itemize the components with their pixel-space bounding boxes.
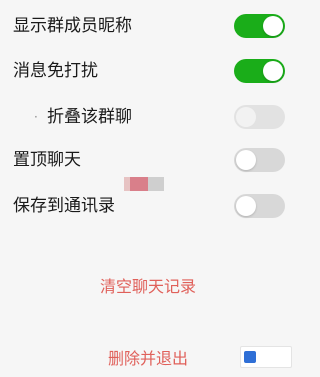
fold-chat-toggle[interactable] xyxy=(234,105,285,129)
pin-chat-toggle[interactable] xyxy=(234,148,285,172)
save-to-contacts-toggle[interactable] xyxy=(234,194,285,218)
setting-row-show-member-nicknames[interactable]: 显示群成员昵称 xyxy=(0,4,296,48)
setting-row-fold-group-chat[interactable]: · 折叠该群聊 xyxy=(0,95,296,139)
redacted-blur xyxy=(124,177,164,191)
setting-row-pin-chat[interactable]: 置顶聊天 xyxy=(0,138,296,182)
toggle-knob xyxy=(236,150,256,170)
setting-label: 置顶聊天 xyxy=(13,150,81,170)
sub-item-marker: · xyxy=(34,110,38,124)
do-not-disturb-toggle[interactable] xyxy=(234,59,285,83)
toggle-knob xyxy=(263,61,283,81)
site-watermark-logo xyxy=(240,346,292,368)
setting-label: 保存到通讯录 xyxy=(13,196,115,216)
show-nicknames-toggle[interactable] xyxy=(234,14,285,38)
toggle-knob xyxy=(236,107,256,127)
toggle-knob xyxy=(263,16,283,36)
setting-row-do-not-disturb[interactable]: 消息免打扰 xyxy=(0,49,296,93)
setting-label: 消息免打扰 xyxy=(13,61,98,81)
clear-chat-history-button[interactable]: 清空聊天记录 xyxy=(0,273,296,297)
setting-label: 折叠该群聊 xyxy=(47,107,132,127)
setting-label: 显示群成员昵称 xyxy=(13,16,132,36)
toggle-knob xyxy=(236,196,256,216)
watermark-icon xyxy=(244,351,256,363)
